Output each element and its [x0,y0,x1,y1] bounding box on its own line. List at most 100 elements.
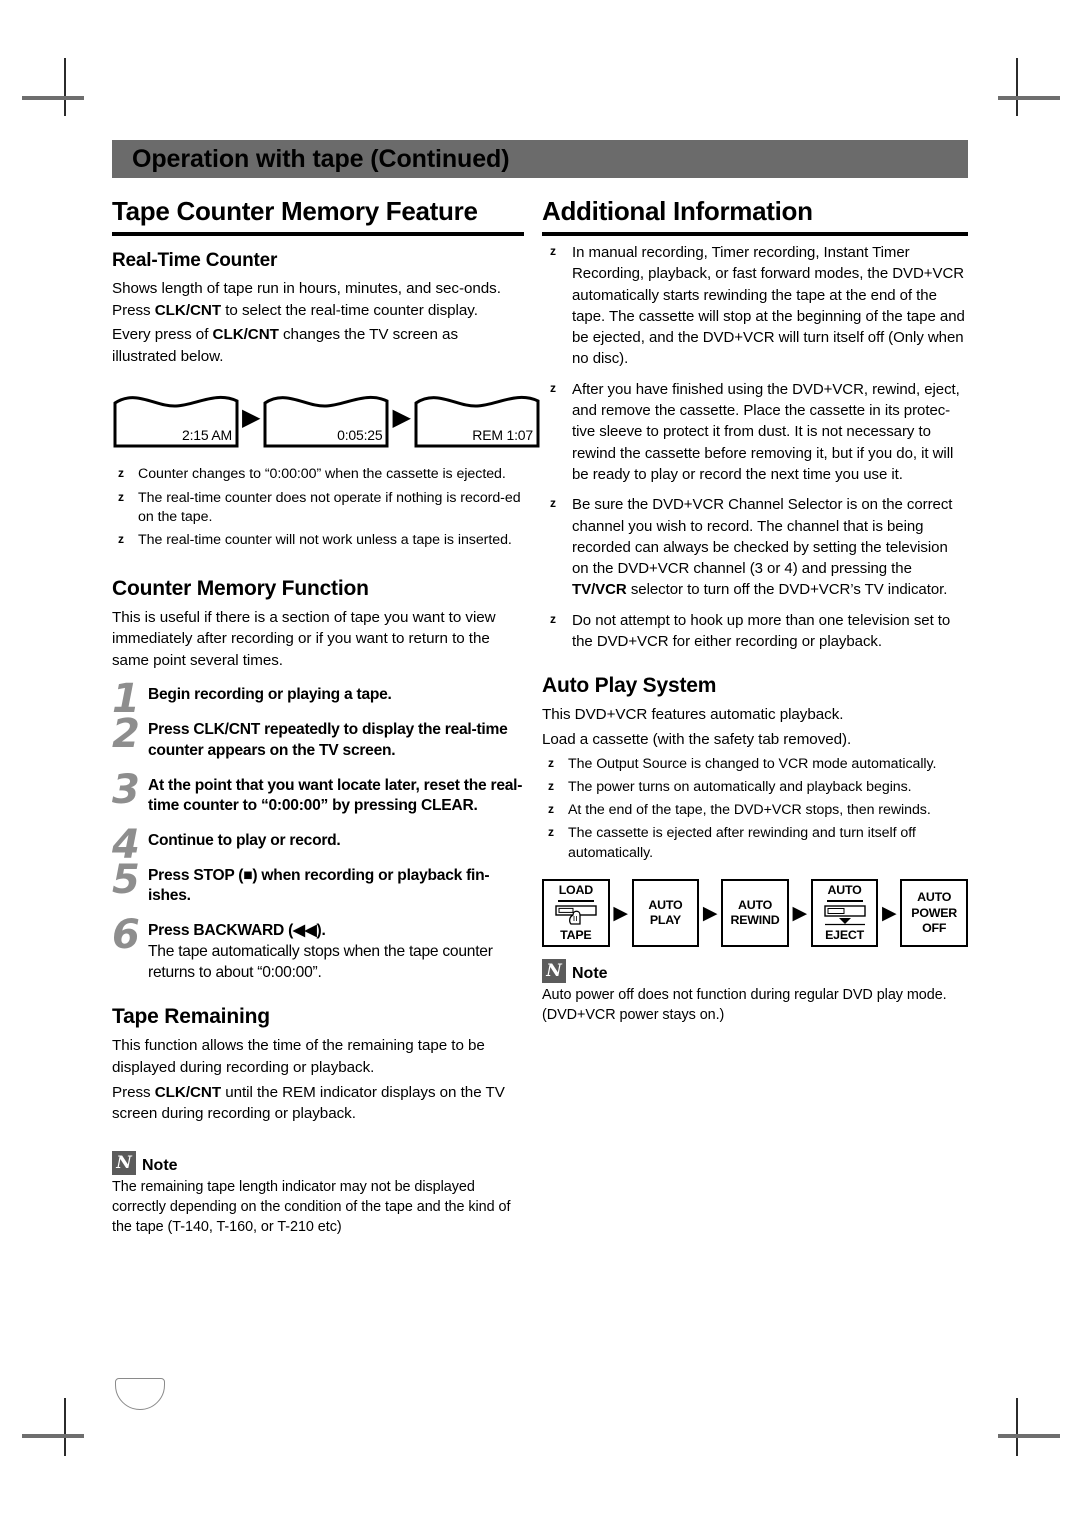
heading-tape-remaining: Tape Remaining [112,1005,270,1029]
tr-p2-a: Press [112,1083,155,1101]
flow-arrow-3-icon: ▶ [792,902,808,924]
crop-mark-bottom-left-horizontal [22,1434,84,1438]
list-item: z The real-time counter does not operate … [112,489,524,528]
counter-memory-steps: 1 Begin recording or playing a tape. 2 P… [112,679,524,983]
auto-play-bullet-list: z The Output Source is changed to VCR mod… [542,755,968,864]
list-item: z The power turns on automatically and pl… [542,778,968,797]
list-item: z In manual recording, Timer recording, I… [542,242,968,370]
crop-mark-top-left-vertical [64,58,66,116]
flow-box-auto-rewind-line1: AUTO [737,897,773,912]
list-item-text: The real-time counter does not operate i… [138,489,521,525]
rt-p2-clkcnt: CLK/CNT [212,326,279,344]
flow-arrow-1-icon: ▶ [613,902,628,924]
page-number-blob [115,1378,165,1410]
section-banner: Operation with tape (Continued) [112,140,968,178]
tr-p2-clkcnt: CLK/CNT [154,1083,222,1101]
list-item: z The real-time counter will not work unl… [112,531,524,550]
step-1-text: Begin recording or playing a tape. [148,686,392,704]
tv-screen-2-value: 0:05:25 [337,427,383,444]
note-label: Note [572,965,608,983]
step-1: 1 Begin recording or playing a tape. [112,679,524,719]
flow-box-auto-power-off-line1: AUTO [917,890,952,905]
note-header-left: N Note [112,1150,524,1175]
tv-screen-3: REM 1:07 [413,387,541,449]
flow-box-auto-eject-bottom-label: EJECT [825,927,865,942]
step-6-subtext: The tape automatically stops when the ta… [148,942,493,981]
tv-arrow-2-icon: ▶ [392,404,411,432]
rt-p1-clkcnt: CLK/CNT [154,301,222,319]
note-label: Note [142,1156,178,1174]
step-5-text: Press STOP (■) when recording or playbac… [148,866,490,905]
list-item: z Counter changes to “0:00:00” when the c… [112,465,524,484]
tape-remaining-paragraph-2: Press CLK/CNT until the REM indicator di… [112,1082,524,1125]
list-item: z At the end of the tape, the DVD+VCR sto… [542,801,968,820]
crop-mark-top-left-horizontal [22,96,84,100]
list-item-text: The real-time counter will not work unle… [138,532,512,549]
step-3-text: At the point that you want locate later,… [148,776,523,815]
tv-screen-sequence: 2:15 AM ▶ 0:05:25 ▶ REM 1:07 [112,387,540,449]
list-item-text: The cassette is ejected after rewinding … [568,825,916,861]
crop-mark-top-right-vertical [1016,58,1018,116]
list-item: z The Output Source is changed to VCR mod… [542,755,968,774]
heading-counter-memory-function: Counter Memory Function [112,576,369,600]
flow-box-auto-power-off: AUTO POWER OFF [900,879,968,948]
auto-play-paragraph-2: Load a cassette (with the safety tab rem… [542,730,852,748]
heading-auto-play-system: Auto Play System [542,674,717,698]
flow-box-auto-eject: AUTO EJECT [810,879,879,948]
flow-box-auto-play-line1: AUTO [648,897,683,912]
flow-box-load-tape-bottom-label: TAPE [560,927,592,942]
tv-arrow-1-icon: ▶ [242,404,261,432]
flow-arrow-4-icon: ▶ [882,902,897,924]
tv-screen-1-value: 2:15 AM [182,427,232,444]
bullet-glyph-icon: z [550,496,556,511]
real-time-bullet-list: z Counter changes to “0:00:00” when the c… [112,465,524,550]
crop-mark-top-right-horizontal [998,96,1060,100]
bullet-glyph-icon: z [550,244,556,258]
step-4-text: Continue to play or record. [148,831,341,849]
list-item: z Do not attempt to hook up more than one… [542,610,968,653]
load-tape-deck-icon [555,904,597,925]
bullet-glyph-icon: z [118,489,124,504]
crop-mark-bottom-right-horizontal [998,1434,1060,1438]
list-item-text: Do not attempt to hook up more than one … [572,611,951,651]
heading-real-time-counter: Real-Time Counter [112,250,278,271]
flow-box-auto-rewind-line2: REWIND [730,913,780,928]
note-icon: N [112,1150,136,1175]
flow-box-auto-rewind: AUTO REWIND [721,879,789,948]
bullet-glyph-icon: z [550,380,556,395]
flow-box-auto-power-off-line3: OFF [922,920,947,935]
real-time-paragraph-2: Every press of CLK/CNT changes the TV sc… [112,324,524,367]
note-header-right: N Note [542,959,968,984]
step-6-text: Press BACKWARD (◀◀). [148,922,326,940]
auto-play-flow-diagram: LOAD TAPE ▶ AUTO PLAY ▶ AUTO REWIND ▶ AU… [542,879,968,948]
counter-memory-intro: This is useful if there is a section of … [112,608,496,669]
step-3-number: 3 [112,766,140,813]
list-item: z After you have finished using the DVD+V… [542,379,968,485]
auto-eject-deck-icon [823,904,866,925]
flow-box-load-tape: LOAD TAPE [542,879,610,948]
two-column-layout: Tape Counter Memory Feature Real-Time Co… [112,196,968,1237]
rt-p1-c: to select the real-time counter display. [221,301,478,319]
flow-box-auto-eject-top-label: AUTO [826,883,863,902]
list-item-text-part2: selector to turn off the DVD+VCR’s TV in… [626,581,948,599]
tape-remaining-paragraph-1: This function allows the time of the rem… [112,1037,485,1076]
note-icon: N [542,959,566,984]
step-3: 3 At the point that you want locate late… [112,770,524,817]
step-4: 4 Continue to play or record. [112,825,524,865]
right-column: Additional Information z In manual record… [542,196,968,1237]
step-2-text: Press CLK/CNT repeatedly to display the … [148,721,508,759]
step-5: 5 Press STOP (■) when recording or playb… [112,860,524,907]
flow-box-auto-play: AUTO PLAY [631,879,700,948]
bullet-glyph-icon: z [548,825,554,840]
crop-mark-bottom-left-vertical [64,1398,66,1456]
bullet-glyph-icon: z [118,466,124,481]
additional-information-list: z In manual recording, Timer recording, I… [542,242,968,652]
list-item-text: The power turns on automatically and pla… [568,778,912,795]
step-2: 2 Press CLK/CNT repeatedly to display th… [112,714,524,761]
note-body-left: The remaining tape length indicator may … [112,1178,511,1235]
list-item: z Be sure the DVD+VCR Channel Selector is… [542,494,968,600]
tv-vcr-bold: TV/VCR [572,581,627,599]
flow-box-load-tape-top-label: LOAD [557,883,594,902]
list-item-text: In manual recording, Timer recording, In… [572,244,965,368]
rt-p2-a: Every press of [112,326,213,344]
